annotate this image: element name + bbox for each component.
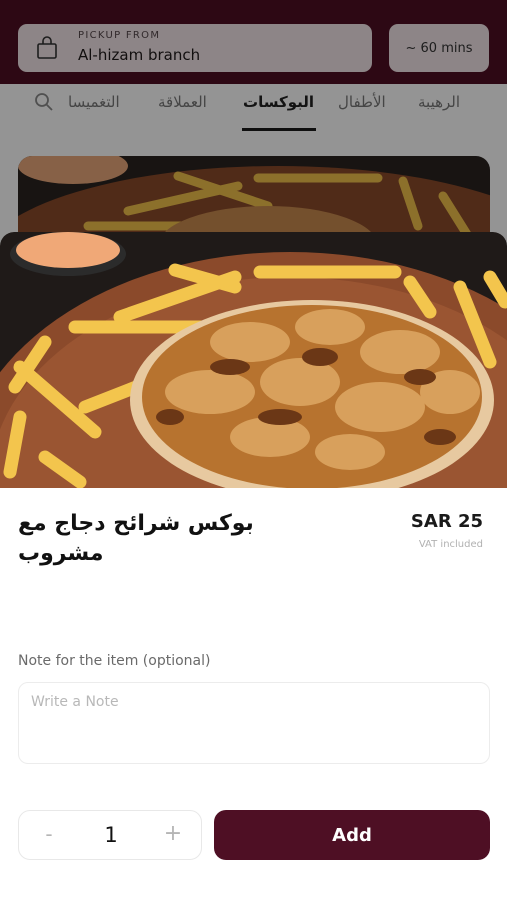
note-label: Note for the item (optional) [18,653,211,669]
quantity-stepper: - 1 + [18,810,202,860]
item-detail-sheet: بوكس شرائح دجاج مع مشروب SAR 25 VAT incl… [0,232,507,900]
item-image [0,232,507,712]
increase-quantity-button[interactable]: + [157,821,189,849]
item-price: SAR 25 [410,511,483,532]
item-title: بوكس شرائح دجاج مع مشروب [18,511,254,566]
note-field[interactable] [18,682,490,764]
quantity-value: 1 [104,823,118,847]
add-to-cart-button[interactable]: Add [214,810,490,860]
decrease-quantity-button[interactable]: - [33,821,65,849]
vat-note: VAT included [418,539,483,550]
